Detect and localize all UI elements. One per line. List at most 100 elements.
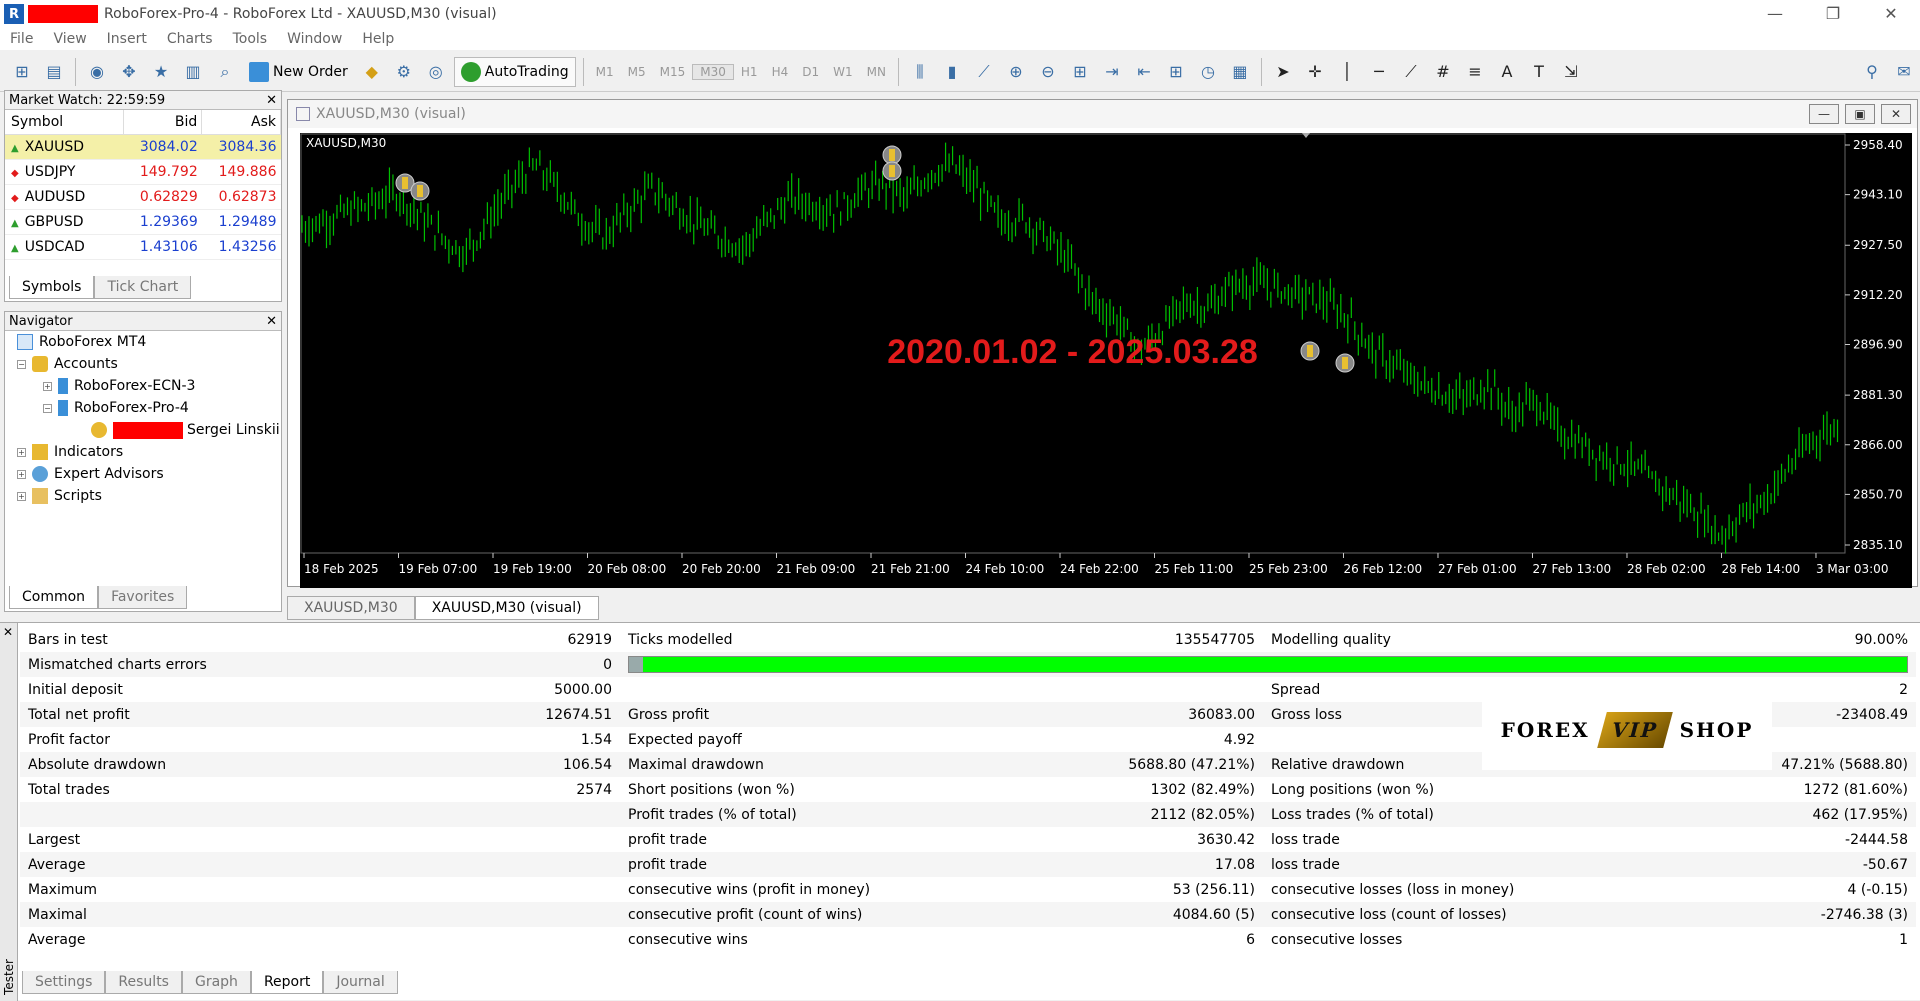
tree-scripts[interactable]: + Scripts: [5, 487, 281, 505]
cursor-icon[interactable]: ➤: [1270, 59, 1296, 85]
tab-settings[interactable]: Settings: [22, 971, 106, 994]
autotrading-button[interactable]: AutoTrading: [453, 56, 576, 87]
column-header[interactable]: Symbol: [5, 110, 124, 135]
menu-help[interactable]: Help: [352, 31, 404, 47]
table-row[interactable]: ◆ AUDUSD 0.62829 0.62873: [5, 184, 281, 210]
report-row: Average consecutive wins 6 consecutive lo…: [20, 927, 1916, 952]
tab-report[interactable]: Report: [250, 971, 324, 994]
chart-close-button[interactable]: ✕: [1881, 104, 1911, 124]
table-row[interactable]: ▲ USDCAD 1.43106 1.43256: [5, 234, 281, 260]
price-chart[interactable]: 2958.40 2943.10 2927.50 2912.20 2896.90 2881.…: [300, 133, 1912, 588]
tf-m15[interactable]: M15: [653, 65, 693, 79]
table-row[interactable]: ▲ GBPUSD 1.29369 1.29489: [5, 209, 281, 235]
trendline-icon[interactable]: ⟋: [1398, 59, 1424, 85]
menu-view[interactable]: View: [43, 31, 96, 47]
candlestick-icon[interactable]: ▮: [939, 59, 965, 85]
options-icon[interactable]: ⚙: [391, 59, 417, 85]
profiles-icon[interactable]: ▤: [41, 59, 67, 85]
tab-graph[interactable]: Graph: [181, 971, 251, 994]
horizontal-line-icon[interactable]: ─: [1366, 59, 1392, 85]
close-icon[interactable]: ✕: [266, 93, 277, 108]
menu-tools[interactable]: Tools: [223, 31, 278, 47]
fibonacci-icon[interactable]: ≡: [1462, 59, 1488, 85]
menu-insert[interactable]: Insert: [97, 31, 157, 47]
tester-icon[interactable]: ⌕: [212, 59, 238, 85]
tile-windows-icon[interactable]: ⊞: [1067, 59, 1093, 85]
close-icon[interactable]: ✕: [266, 314, 277, 329]
doc-tab-chart[interactable]: XAUUSD,M30: [287, 596, 415, 620]
tf-h1[interactable]: H1: [734, 65, 765, 79]
templates-icon[interactable]: ▦: [1227, 59, 1253, 85]
tab-journal[interactable]: Journal: [323, 971, 398, 994]
table-row[interactable]: ▲ XAUUSD 3084.02 3084.36: [5, 134, 281, 160]
expand-icon[interactable]: +: [43, 381, 52, 391]
vertical-line-icon[interactable]: │: [1334, 59, 1360, 85]
close-button[interactable]: ✕: [1862, 0, 1920, 28]
tab-results[interactable]: Results: [105, 971, 182, 994]
column-header[interactable]: Bid: [123, 110, 203, 135]
collapse-icon[interactable]: −: [17, 359, 26, 369]
tab-tick-chart[interactable]: Tick Chart: [94, 276, 192, 299]
tf-m5[interactable]: M5: [621, 65, 653, 79]
chart-shift-icon[interactable]: ⇤: [1131, 59, 1157, 85]
ask-cell: 3084.36: [201, 134, 281, 160]
tf-d1[interactable]: D1: [795, 65, 826, 79]
arrows-icon[interactable]: ⇲: [1558, 59, 1584, 85]
market-watch-panel: Market Watch: 22:59:59 ✕ Symbol Bid Ask ▲…: [4, 90, 282, 302]
tree-accounts[interactable]: − Accounts: [5, 355, 281, 373]
data-window-icon[interactable]: ✥: [116, 59, 142, 85]
tf-h4[interactable]: H4: [765, 65, 796, 79]
tab-common[interactable]: Common: [9, 586, 99, 609]
expand-icon[interactable]: +: [17, 469, 26, 479]
tree-account-pro[interactable]: − RoboForex-Pro-4: [5, 399, 281, 417]
expand-icon[interactable]: +: [17, 447, 26, 457]
tf-m30[interactable]: M30: [692, 63, 734, 80]
search-icon[interactable]: ⚲: [1859, 59, 1885, 85]
tree-account-ecn[interactable]: + RoboForex-ECN-3: [5, 377, 281, 395]
zoom-in-icon[interactable]: ⊕: [1003, 59, 1029, 85]
chart-maximize-button[interactable]: ▣: [1845, 104, 1875, 124]
doc-tab-visual[interactable]: XAUUSD,M30 (visual): [414, 596, 599, 620]
tf-mn[interactable]: MN: [860, 65, 893, 79]
market-watch-icon[interactable]: ◉: [84, 59, 110, 85]
line-chart-icon[interactable]: ⟋: [971, 59, 997, 85]
tree-indicators[interactable]: + Indicators: [5, 443, 281, 461]
terminal-icon[interactable]: ▥: [180, 59, 206, 85]
expert-advisors-icon: [32, 466, 48, 482]
restore-button[interactable]: ❐: [1804, 0, 1862, 28]
text-icon[interactable]: A: [1494, 59, 1520, 85]
crosshair-icon[interactable]: ✛: [1302, 59, 1328, 85]
text-label-icon[interactable]: T: [1526, 59, 1552, 85]
close-icon[interactable]: ✕: [3, 625, 13, 639]
expand-icon[interactable]: +: [17, 491, 26, 501]
metaeditor-icon[interactable]: ◆: [359, 59, 385, 85]
report-value: 90.00%: [1854, 631, 1908, 648]
collapse-icon[interactable]: −: [43, 403, 52, 413]
channel-icon[interactable]: #: [1430, 59, 1456, 85]
chat-icon[interactable]: ✉: [1891, 59, 1917, 85]
signals-icon[interactable]: ◎: [423, 59, 449, 85]
menu-window[interactable]: Window: [277, 31, 352, 47]
trade-marker-icon: [889, 149, 895, 161]
tree-experts[interactable]: + Expert Advisors: [5, 465, 281, 483]
zoom-out-icon[interactable]: ⊖: [1035, 59, 1061, 85]
menu-charts[interactable]: Charts: [157, 31, 223, 47]
column-header[interactable]: Ask: [201, 110, 281, 135]
tf-m1[interactable]: M1: [589, 65, 621, 79]
tree-root[interactable]: RoboForex MT4: [5, 333, 281, 351]
bar-chart-icon[interactable]: ⫼: [907, 59, 933, 85]
navigator-icon[interactable]: ★: [148, 59, 174, 85]
table-row[interactable]: ◆ USDJPY 149.792 149.886: [5, 159, 281, 185]
minimize-button[interactable]: —: [1746, 0, 1804, 28]
chart-minimize-button[interactable]: —: [1809, 104, 1839, 124]
tree-user[interactable]: Sergei Linskii: [5, 421, 281, 439]
tab-symbols[interactable]: Symbols: [9, 276, 95, 299]
tf-w1[interactable]: W1: [826, 65, 860, 79]
tab-favorites[interactable]: Favorites: [98, 586, 188, 609]
new-chart-icon[interactable]: ⊞: [9, 59, 35, 85]
menu-file[interactable]: File: [0, 31, 43, 47]
indicators-icon[interactable]: ⊞: [1163, 59, 1189, 85]
autoscroll-icon[interactable]: ⇥: [1099, 59, 1125, 85]
periods-icon[interactable]: ◷: [1195, 59, 1221, 85]
new-order-button[interactable]: New Order: [243, 57, 354, 87]
